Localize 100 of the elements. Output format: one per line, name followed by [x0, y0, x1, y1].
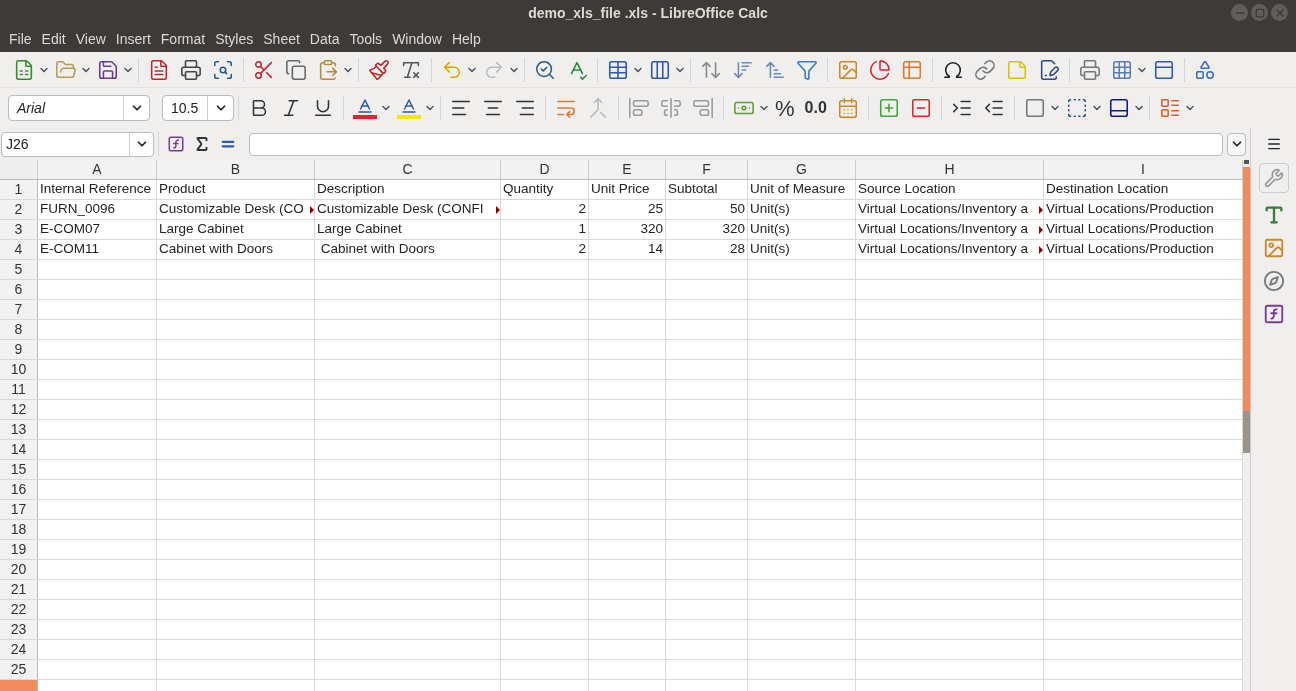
printer-icon[interactable]: [180, 58, 202, 81]
menu-item[interactable]: Window: [387, 28, 447, 50]
table-cell-text: Subtotal: [667, 180, 719, 199]
font-color-icon[interactable]: [353, 97, 377, 119]
row-header[interactable]: 6: [0, 280, 38, 299]
menu-item[interactable]: Format: [155, 28, 211, 50]
paintbrush-icon[interactable]: [368, 58, 390, 81]
row-header[interactable]: 23: [0, 620, 38, 639]
row-header[interactable]: 7: [0, 300, 38, 319]
row-header[interactable]: 16: [0, 480, 38, 499]
row-header[interactable]: 5: [0, 260, 38, 279]
table-cell-text: Unit Price: [590, 180, 651, 199]
menu-item[interactable]: Styles: [210, 28, 259, 50]
table-rows-icon[interactable]: [607, 58, 629, 81]
table-cell-text: Virtual Locations/Production: [1045, 200, 1215, 219]
row-header[interactable]: 1: [0, 180, 38, 199]
table-cell-text: 25: [646, 200, 664, 219]
menu-item[interactable]: Edit: [36, 28, 71, 50]
function-wizard-icon[interactable]: [167, 135, 185, 153]
filter-icon[interactable]: [796, 58, 818, 81]
link-icon[interactable]: [974, 58, 996, 81]
find-replace-icon[interactable]: [534, 58, 556, 81]
image-icon[interactable]: [837, 58, 859, 81]
table-cell: Customizable Desk (CO: [157, 200, 314, 219]
merge-cells-icon[interactable]: [587, 97, 609, 119]
scissors-icon[interactable]: [253, 58, 275, 81]
print-preview-icon[interactable]: [212, 58, 234, 81]
highlight-icon[interactable]: [397, 97, 421, 119]
column-header[interactable]: D: [501, 160, 589, 179]
row-header[interactable]: 21: [0, 580, 38, 599]
freeze-panes-icon[interactable]: [1111, 58, 1133, 81]
print-range-icon[interactable]: [1079, 58, 1101, 81]
row-header[interactable]: 25: [0, 660, 38, 679]
row-header[interactable]: 15: [0, 460, 38, 479]
column-header[interactable]: A: [38, 160, 157, 179]
row-header[interactable]: 4: [0, 240, 38, 259]
menu-item[interactable]: Insert: [110, 28, 156, 50]
conditional-format-icon[interactable]: [1158, 97, 1181, 119]
gallery-icon[interactable]: [1262, 237, 1285, 259]
calendar-icon[interactable]: [836, 97, 859, 119]
row-header[interactable]: 2: [0, 200, 38, 219]
pdf-icon[interactable]: [148, 58, 170, 81]
row-header[interactable]: 18: [0, 520, 38, 539]
header-footer-icon[interactable]: [1153, 58, 1175, 81]
sidebar-menu-icon[interactable]: [1265, 136, 1282, 152]
navigator-icon[interactable]: [1262, 270, 1285, 292]
column-header[interactable]: G: [748, 160, 856, 179]
row-header[interactable]: 12: [0, 400, 38, 419]
table-cell-text: 320: [639, 220, 664, 239]
row-header[interactable]: 14: [0, 440, 38, 459]
table-cell-text: Large Cabinet: [158, 220, 245, 239]
border-style-icon[interactable]: [1065, 97, 1088, 119]
name-box[interactable]: J26: [1, 131, 154, 157]
table-cell-text: Large Cabinet: [316, 220, 403, 239]
row-header[interactable]: 13: [0, 420, 38, 439]
row-header[interactable]: 24: [0, 640, 38, 659]
pie-chart-icon[interactable]: [869, 58, 891, 81]
font-name-field[interactable]: Arial: [8, 95, 150, 121]
expand-formula-button[interactable]: [1227, 132, 1246, 156]
menu-item[interactable]: Sheet: [258, 28, 305, 50]
borders-icon[interactable]: [1023, 97, 1046, 119]
save-icon[interactable]: [97, 58, 119, 81]
underline-icon[interactable]: [312, 97, 334, 119]
border-color-icon[interactable]: [1107, 97, 1130, 119]
menu-item[interactable]: File: [4, 28, 37, 50]
column-header[interactable]: F: [666, 160, 748, 179]
menu-item[interactable]: Data: [304, 28, 345, 50]
row-header[interactable]: 9: [0, 340, 38, 359]
clipboard-icon[interactable]: [317, 58, 339, 81]
pivot-table-icon[interactable]: [901, 58, 923, 81]
row-header[interactable]: 20: [0, 560, 38, 579]
delete-decimal-icon[interactable]: [909, 97, 932, 119]
font-size-field[interactable]: 10.5: [162, 95, 234, 121]
percent-format-button[interactable]: %: [775, 91, 795, 125]
menu-item[interactable]: View: [70, 28, 111, 50]
document-icon[interactable]: [1038, 58, 1060, 81]
row-header[interactable]: 19: [0, 540, 38, 559]
column-header[interactable]: H: [856, 160, 1044, 179]
column-header[interactable]: E: [589, 160, 666, 179]
menu-item[interactable]: Help: [446, 28, 486, 50]
window-title: demo_xls_file .xls - LibreOffice Calc: [528, 3, 768, 23]
menu-item[interactable]: Tools: [344, 28, 388, 50]
table-cell-text: Unit(s): [749, 200, 791, 219]
spreadsheet-icon[interactable]: [13, 58, 35, 81]
formula-input[interactable]: [249, 132, 1223, 156]
column-header[interactable]: C: [315, 160, 501, 179]
table-cell-text: 28: [728, 240, 746, 259]
table-columns-icon[interactable]: [649, 58, 671, 81]
row-header[interactable]: 17: [0, 500, 38, 519]
row-header[interactable]: 22: [0, 600, 38, 619]
column-header[interactable]: B: [157, 160, 315, 179]
functions-icon[interactable]: [1262, 303, 1285, 325]
row-header[interactable]: 10: [0, 360, 38, 379]
number-format-button[interactable]: 0.0: [804, 96, 827, 120]
shapes-icon[interactable]: [1194, 58, 1216, 81]
row-header[interactable]: 11: [0, 380, 38, 399]
row-header[interactable]: 3: [0, 220, 38, 239]
add-decimal-icon[interactable]: [877, 97, 900, 119]
row-header[interactable]: 8: [0, 320, 38, 339]
copy-icon[interactable]: [285, 58, 307, 81]
